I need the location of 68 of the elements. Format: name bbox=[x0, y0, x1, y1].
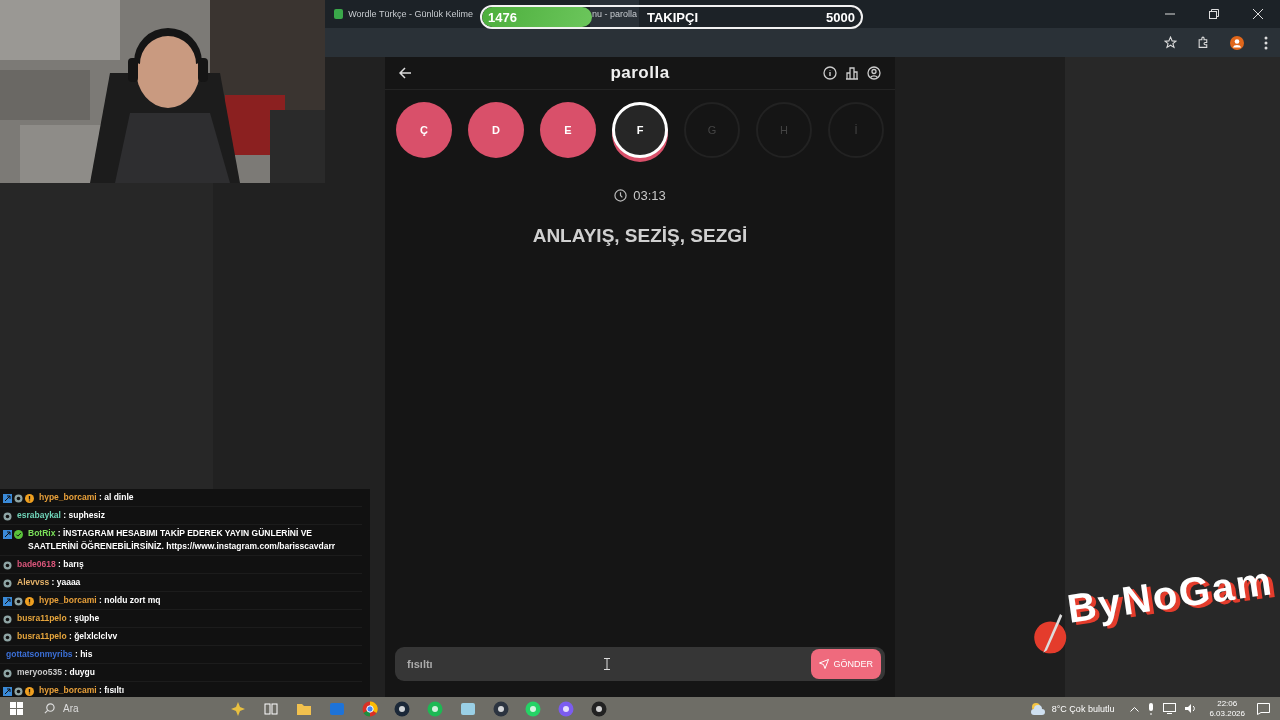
task-view-icon[interactable] bbox=[263, 700, 280, 717]
goal-target: 5000 bbox=[826, 9, 855, 25]
chat-message: busra11pelo : ğelxlclclvv bbox=[17, 630, 118, 643]
game-title: parolla bbox=[610, 63, 670, 83]
text-cursor-icon bbox=[604, 658, 610, 670]
letter-circle: F bbox=[612, 102, 668, 158]
timer-text: 03:13 bbox=[633, 188, 666, 203]
letter-circle: E bbox=[540, 102, 596, 158]
chat-message: bade0618 : barış bbox=[17, 558, 84, 571]
notepad-icon[interactable] bbox=[459, 700, 476, 717]
discord-icon[interactable] bbox=[558, 700, 575, 717]
restore-icon[interactable] bbox=[1209, 9, 1219, 19]
w-favicon-icon bbox=[334, 9, 344, 19]
send-icon bbox=[819, 659, 830, 669]
obs-icon[interactable] bbox=[591, 700, 607, 717]
chat-message: hype_borcami : fısıltı bbox=[39, 684, 125, 697]
goal-label: TAKIPÇI bbox=[647, 9, 699, 25]
whatsapp-icon[interactable] bbox=[525, 700, 542, 717]
network-icon[interactable] bbox=[1163, 703, 1177, 714]
channel-logo: ByNoGam bbox=[1064, 558, 1276, 631]
spotify-icon[interactable] bbox=[427, 700, 444, 717]
bar-chart-icon[interactable] bbox=[845, 66, 859, 80]
letter-circle: Ç bbox=[396, 102, 452, 158]
chat-message: gottatsonmyribs : his bbox=[6, 648, 93, 661]
clock-time[interactable]: 22:06 bbox=[1217, 698, 1238, 709]
caret-up-icon[interactable] bbox=[1130, 705, 1140, 712]
goal-current: 1476 bbox=[488, 9, 517, 25]
badge-icon bbox=[3, 597, 12, 606]
user-icon[interactable] bbox=[867, 66, 881, 80]
microphone-icon[interactable] bbox=[1147, 702, 1156, 715]
browser-tab[interactable]: nu - parolla bbox=[590, 0, 640, 28]
badge-icon bbox=[3, 530, 12, 539]
chat-message: busra11pelo : şüphe bbox=[17, 612, 100, 625]
search-field[interactable]: Ara bbox=[61, 702, 165, 715]
cloud-sun-icon bbox=[1029, 701, 1048, 716]
check-badge-icon bbox=[14, 530, 23, 539]
search-icon[interactable] bbox=[44, 703, 55, 714]
letter-circle: D bbox=[468, 102, 524, 158]
close-icon[interactable] bbox=[1253, 9, 1263, 19]
alert-badge-icon bbox=[25, 597, 34, 606]
puzzle-icon[interactable] bbox=[1197, 36, 1210, 49]
chat-message: meryoo535 : duygu bbox=[17, 666, 95, 679]
chat-message: esrabaykal : suphesiz bbox=[17, 509, 105, 522]
chat-message: hype_borcami : noldu zort mq bbox=[39, 594, 161, 607]
chat-message: hype_borcami : al dinle bbox=[39, 491, 134, 504]
chrome-icon[interactable] bbox=[361, 700, 378, 717]
clock-date[interactable]: 6.03.2026 bbox=[1209, 708, 1245, 719]
browser-tab[interactable]: Wordle Türkçe - Günlük Kelime bbox=[330, 0, 476, 28]
star-icon[interactable] bbox=[1164, 36, 1177, 49]
clue-text: ANLAYIŞ, SEZİŞ, SEZGİ bbox=[531, 225, 749, 247]
badge-icon bbox=[3, 494, 12, 503]
notification-icon[interactable] bbox=[1257, 702, 1270, 715]
weather-text[interactable]: 8°C Çok bulutlu bbox=[1051, 703, 1115, 714]
menu-icon[interactable] bbox=[1264, 35, 1268, 50]
widget-icon[interactable] bbox=[230, 700, 247, 717]
back-arrow-icon[interactable] bbox=[399, 67, 412, 79]
info-icon[interactable] bbox=[823, 66, 837, 80]
clock-icon bbox=[614, 189, 628, 202]
chat-message: Alevvss : yaaaa bbox=[17, 576, 81, 589]
chat-message: BotRix : İNSTAGRAM HESABIMI TAKİP EDEREK YAYIN GÜNLERİNİ VE SAATLERİNİ ÖĞRENEBİLİRSİNİZ. https://www.instagram.com/barisscavdarr bbox=[28, 527, 336, 553]
vivaldi-icon[interactable] bbox=[492, 700, 509, 717]
start-icon[interactable] bbox=[10, 702, 23, 715]
send-button[interactable]: GÖNDER bbox=[811, 649, 881, 679]
answer-field[interactable]: fısıltı GÖNDER bbox=[395, 647, 885, 681]
steam-icon[interactable] bbox=[394, 700, 411, 717]
alert-badge-icon bbox=[25, 494, 34, 503]
speaker-icon[interactable] bbox=[1184, 703, 1198, 714]
profile-avatar[interactable] bbox=[1230, 35, 1244, 50]
